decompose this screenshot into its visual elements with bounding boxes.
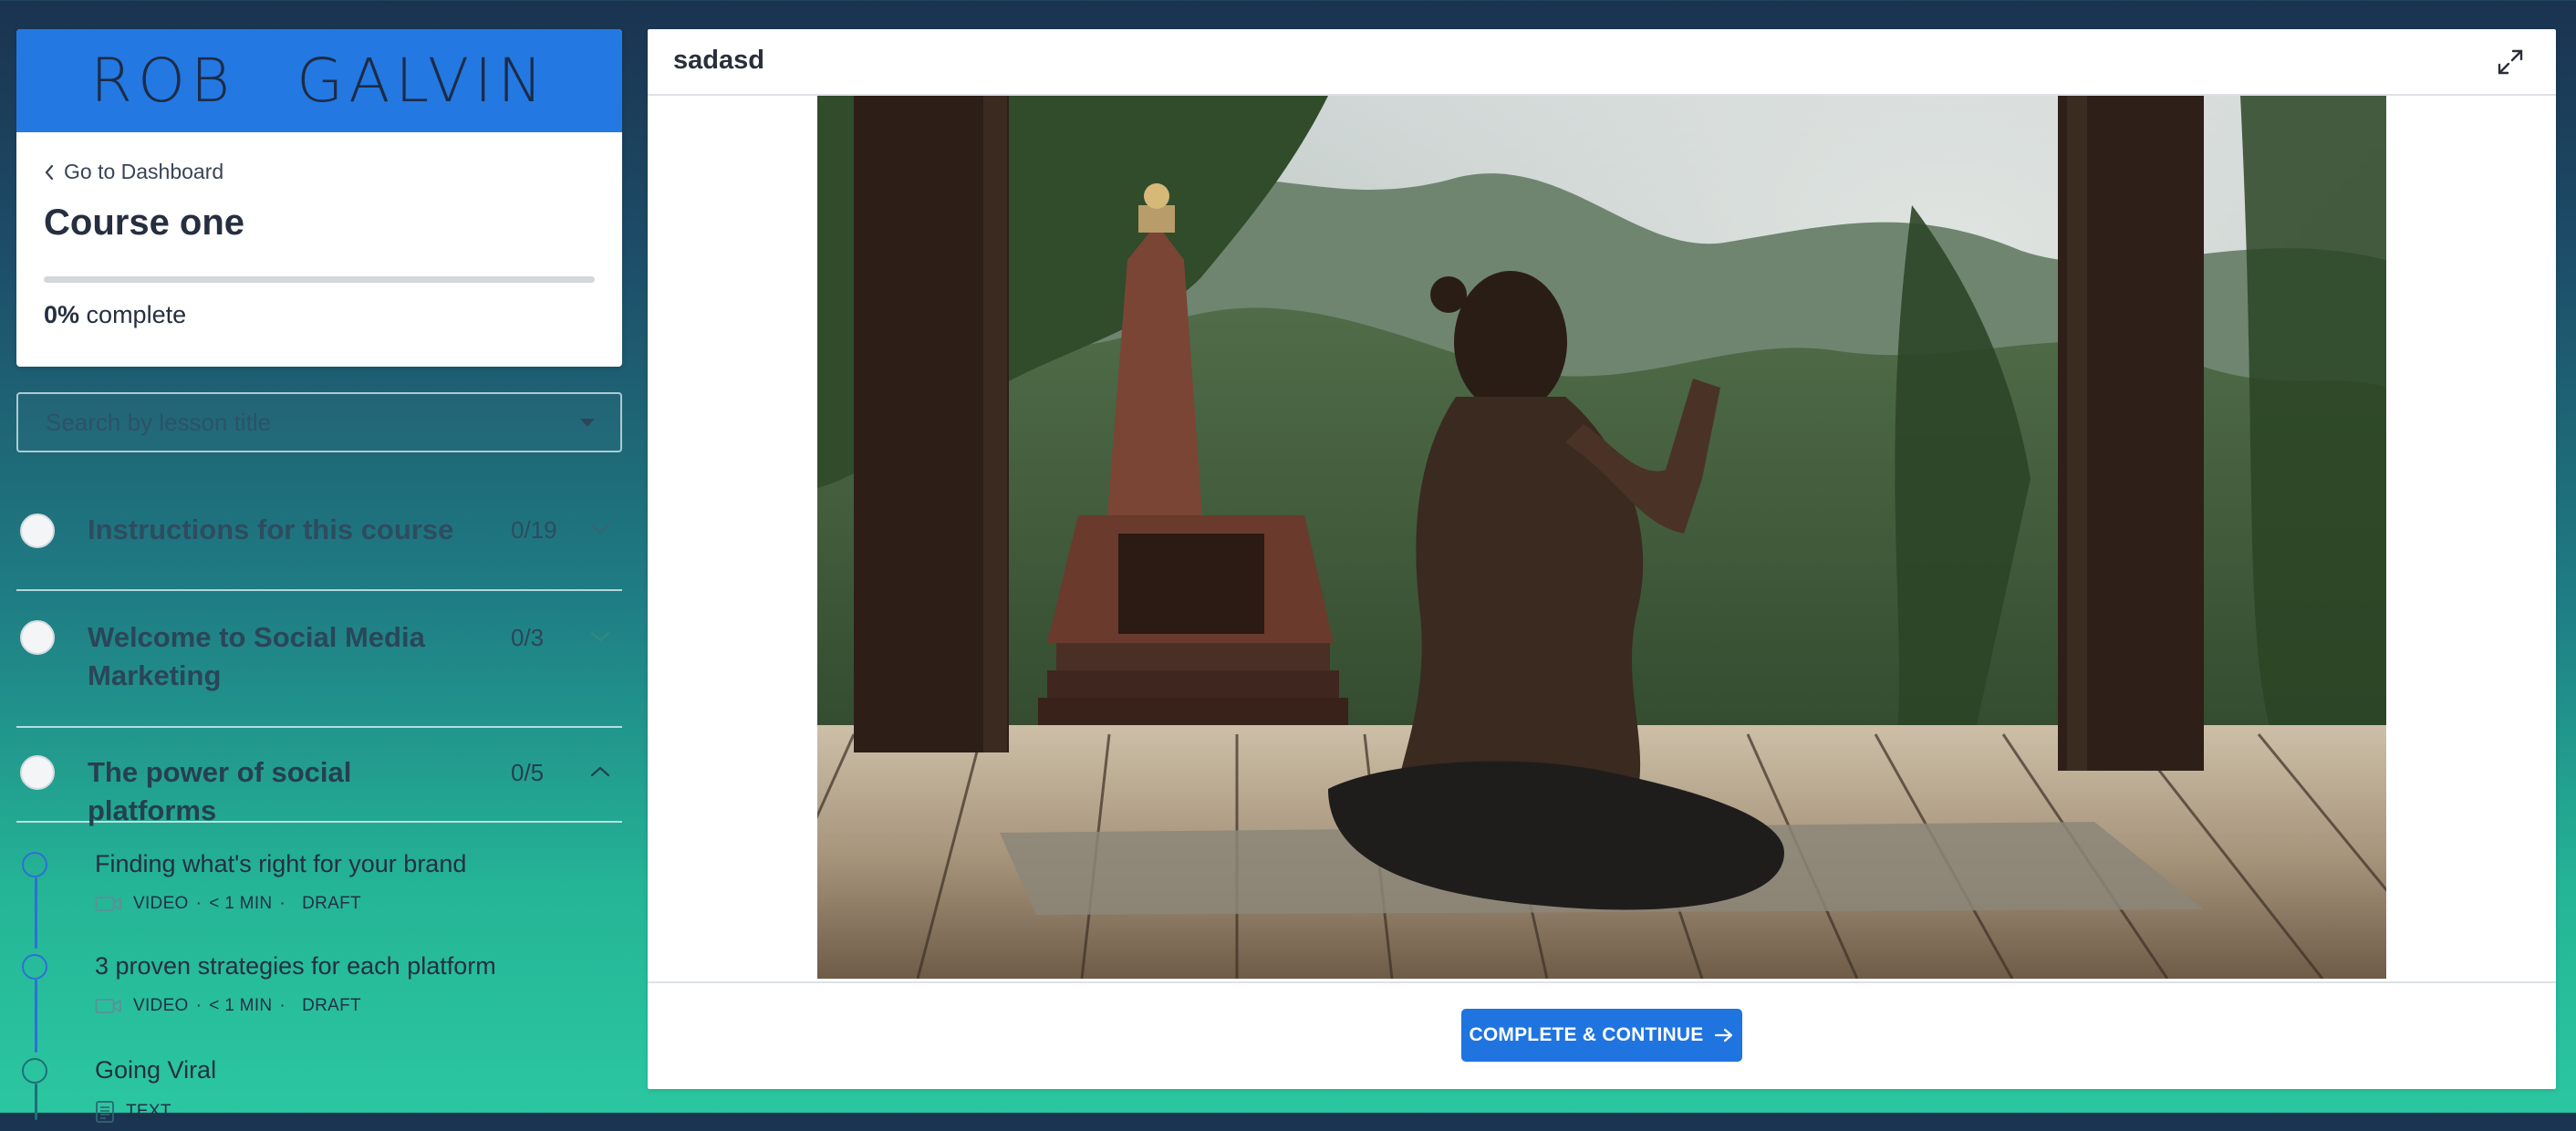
lesson-title: Finding what's right for your brand	[95, 850, 467, 877]
lesson-status: DRAFT	[302, 894, 361, 913]
complete-and-continue-button[interactable]: COMPLETE & CONTINUE	[1461, 1009, 1742, 1062]
lesson-duration: < 1 MIN	[209, 996, 273, 1015]
chapter-lesson-count: 0/3	[511, 624, 545, 651]
expand-icon	[2498, 49, 2523, 75]
course-title: Course one	[44, 202, 245, 243]
lesson-type: TEXT	[126, 1102, 171, 1121]
lesson-search-box[interactable]	[16, 392, 622, 452]
chapter-status-circle	[20, 514, 55, 548]
progress-percent: 0%	[44, 301, 80, 328]
lesson-item[interactable]: Going Viral TEXT	[16, 1056, 622, 1131]
lesson-meta: TEXT	[95, 1100, 171, 1124]
lesson-footer: COMPLETE & CONTINUE	[648, 981, 2556, 1089]
lesson-status-circle	[22, 1058, 47, 1084]
lesson-type: VIDEO	[133, 894, 189, 913]
course-progress-bar	[44, 276, 595, 283]
chevron-down-icon[interactable]	[589, 522, 611, 536]
arrow-right-icon	[1714, 1027, 1734, 1043]
chapter-power-of-social-platforms[interactable]: The power of social platforms 0/5	[16, 728, 622, 826]
go-to-dashboard-link[interactable]: Go to Dashboard	[44, 160, 223, 184]
lesson-status-circle	[22, 954, 47, 980]
lesson-item[interactable]: Finding what's right for your brand VIDE…	[16, 850, 622, 930]
progress-suffix: complete	[86, 301, 187, 328]
lesson-type: VIDEO	[133, 996, 189, 1015]
chapter-status-circle	[20, 755, 55, 790]
video-player[interactable]	[817, 96, 2386, 979]
chapter-welcome[interactable]: Welcome to Social Media Marketing 0/3	[16, 591, 622, 728]
lesson-item[interactable]: 3 proven strategies for each platform VI…	[16, 952, 622, 1032]
chapter-instructions[interactable]: Instructions for this course 0/19	[16, 494, 622, 591]
lesson-header: sadasd	[648, 29, 2556, 96]
lesson-search-input[interactable]	[44, 407, 558, 438]
video-icon	[95, 998, 122, 1014]
chapter-lesson-count: 0/19	[511, 516, 557, 544]
lesson-meta: VIDEO · < 1 MIN · DRAFT	[95, 996, 361, 1016]
chevron-up-icon[interactable]	[589, 764, 611, 779]
brand-banner: ROB GALVIN	[16, 29, 622, 132]
caret-down-icon[interactable]	[580, 418, 595, 427]
lesson-title: Going Viral	[95, 1056, 217, 1084]
lesson-duration: < 1 MIN	[209, 894, 273, 913]
chapter-lesson-count: 0/5	[511, 759, 545, 786]
complete-and-continue-label: COMPLETE & CONTINUE	[1469, 1024, 1704, 1045]
chapter-status-circle	[20, 620, 55, 655]
chapter-title: Welcome to Social Media Marketing	[88, 621, 425, 691]
video-frame-image	[817, 96, 2386, 979]
go-to-dashboard-label: Go to Dashboard	[64, 160, 224, 183]
lesson-content-panel: sadasd COMPLETE & CONTINUE	[648, 29, 2556, 1089]
course-info-card: ROB GALVIN Go to Dashboard Course one 0%…	[16, 29, 622, 367]
chevron-left-icon	[45, 164, 54, 180]
lesson-name: sadasd	[673, 46, 764, 75]
lesson-status-circle	[22, 852, 47, 877]
chapter-title: The power of social platforms	[88, 756, 352, 826]
progress-text: 0% complete	[44, 301, 595, 329]
brand-logo[interactable]: ROB GALVIN	[90, 46, 548, 116]
video-icon	[95, 896, 122, 912]
lesson-title: 3 proven strategies for each platform	[95, 952, 496, 980]
expand-button[interactable]	[2492, 44, 2529, 80]
chevron-down-icon[interactable]	[589, 629, 611, 644]
lesson-status: DRAFT	[302, 996, 361, 1015]
chapter-title: Instructions for this course	[88, 514, 454, 545]
text-document-icon	[95, 1100, 115, 1124]
course-sidebar: ROB GALVIN Go to Dashboard Course one 0%…	[16, 29, 622, 1123]
lesson-meta: VIDEO · < 1 MIN · DRAFT	[95, 894, 361, 914]
